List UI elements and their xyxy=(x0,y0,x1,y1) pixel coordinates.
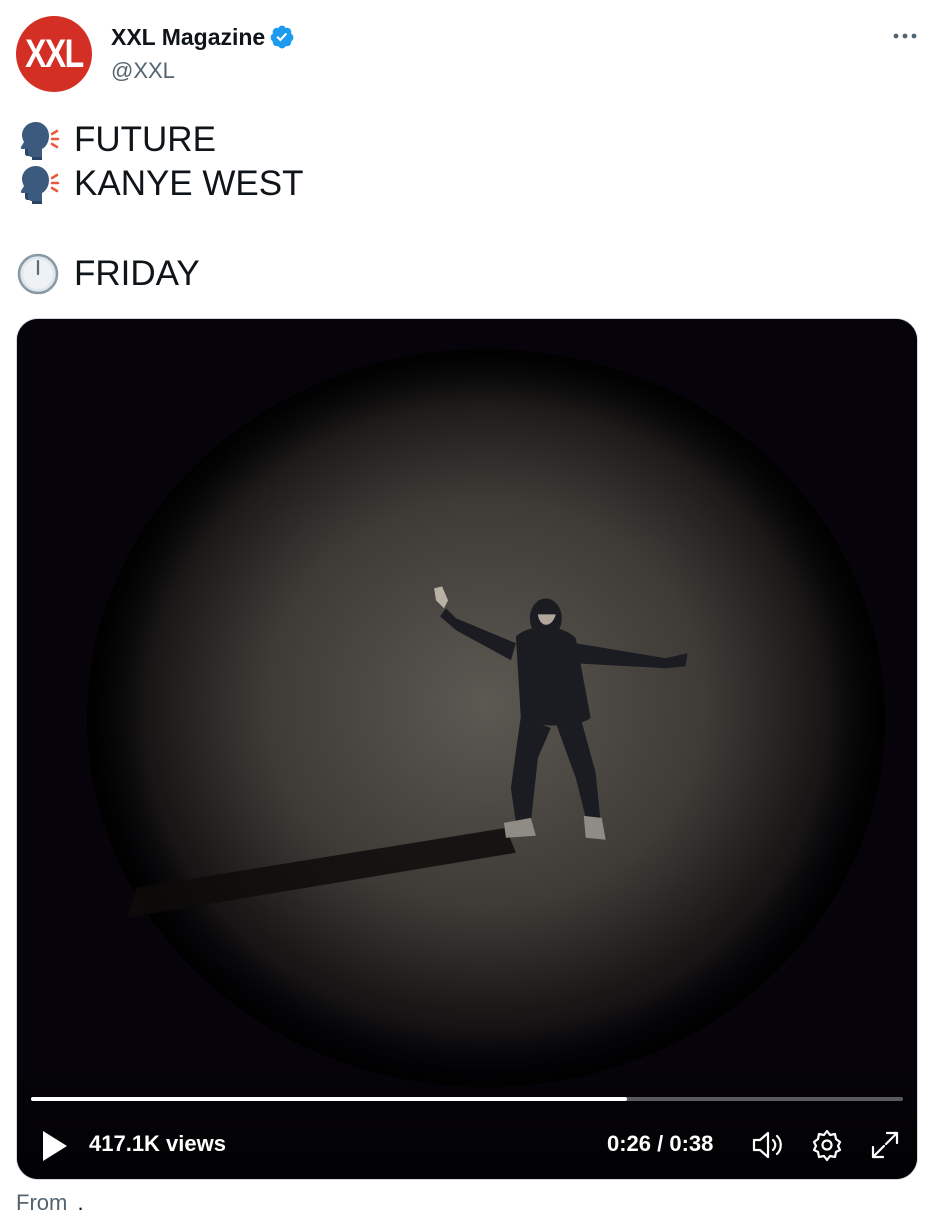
play-icon[interactable] xyxy=(39,1129,69,1163)
video-frame[interactable] xyxy=(17,319,917,1179)
volume-icon[interactable] xyxy=(749,1127,785,1163)
clock-icon xyxy=(17,253,59,295)
settings-gear-icon[interactable] xyxy=(809,1127,845,1163)
display-name[interactable]: XXL Magazine xyxy=(111,24,265,51)
video-player[interactable]: 417.1K views 0:26 / 0:38 xyxy=(16,318,918,1180)
tweet-line: FUTURE xyxy=(16,118,303,162)
time-display: 0:26 / 0:38 xyxy=(607,1131,714,1156)
progress-fill xyxy=(31,1097,628,1101)
tweet-line: KANYE WEST xyxy=(16,162,303,206)
view-count: 417.1K views xyxy=(89,1131,226,1156)
avatar[interactable]: XXL xyxy=(16,16,92,92)
author-info: XXL Magazine @XXL xyxy=(111,22,295,84)
from-source-link[interactable]: . xyxy=(77,1190,83,1215)
handle[interactable]: @XXL xyxy=(111,58,295,84)
from-attribution: From . xyxy=(16,1190,84,1216)
tweet-text: FUTURE KANYE WEST FRIDAY xyxy=(16,118,303,296)
avatar-logo-text: XXL xyxy=(25,31,84,76)
tweet-line-text: KANYE WEST xyxy=(74,164,304,203)
name-row: XXL Magazine xyxy=(111,22,295,52)
more-options-icon[interactable] xyxy=(892,26,918,46)
speaking-head-icon xyxy=(20,122,60,160)
from-label: From xyxy=(16,1190,68,1215)
speaking-head-icon xyxy=(20,166,60,204)
tweet-line-text: FUTURE xyxy=(74,120,216,159)
tweet-header: XXL XXL Magazine @XXL xyxy=(16,16,918,94)
fullscreen-icon[interactable] xyxy=(867,1127,903,1163)
tweet-line-text: FRIDAY xyxy=(74,254,200,293)
tweet-line: FRIDAY xyxy=(16,252,303,296)
progress-bar[interactable] xyxy=(31,1097,903,1101)
verified-badge-icon xyxy=(270,25,294,49)
